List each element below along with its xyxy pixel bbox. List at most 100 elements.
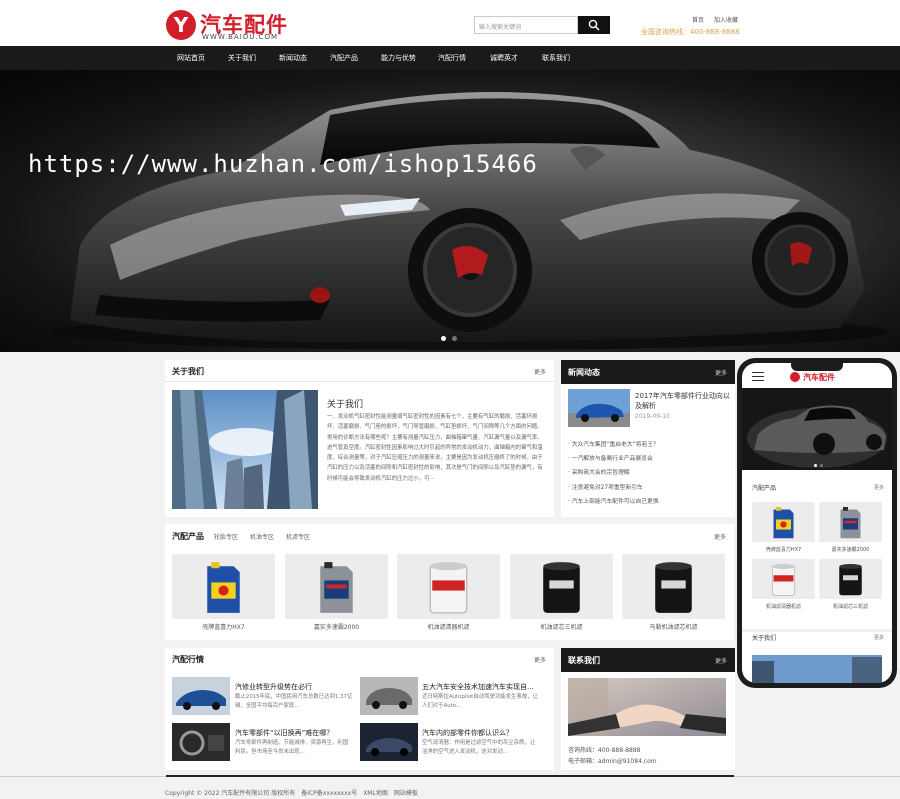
footer-text: Copyright © 2022 汽车配件有限公司 版权所有 备ICP备xxxx… [165,790,418,797]
about-heading: 关于我们 [327,400,364,410]
product-photo [752,502,815,542]
industry-title: 汽配行情 [172,655,204,664]
product-card[interactable] [510,554,613,619]
news-item[interactable]: · 大众汽车集团“重启老大”将若王？ [568,439,659,448]
contact-image [568,678,726,736]
product-name[interactable]: 机油滤清器机滤 [397,622,500,631]
contact-email[interactable]: 电子邮箱：admin@91084.com [568,756,657,765]
product-card[interactable] [172,554,275,619]
industry-item-text: 空气滤清器：作用是过滤空气中的灰尘杂质，让洁净的空气进入发动机，这对发动... [422,740,536,755]
mobile-product-card[interactable] [819,559,882,599]
industry-image[interactable] [360,677,418,715]
mobile-product-name[interactable]: 壳牌蓝喜力HX7 [752,546,815,553]
logo-icon[interactable]: Y [166,10,196,40]
news-item[interactable]: · 采购商大会的宗旨理解 [568,467,630,476]
top-links: 首页 加入收藏 [692,15,746,24]
industry-item-text: 近日特斯拉Autopilot自动驾驶功能发生事故，让人们对于Auto... [422,694,538,709]
sports-car-image [50,92,890,350]
night-car-photo [360,723,418,761]
contact-header: 联系我们 更多 [561,648,735,672]
product-photo [819,502,882,542]
mobile-product-card[interactable] [752,502,815,542]
mobile-products-more[interactable]: 更多 [874,484,884,491]
product-card[interactable] [397,554,500,619]
search-button[interactable] [578,16,610,34]
tab-filter[interactable]: 机滤专区 [286,532,310,541]
logo-url: WWW.BAIDU.COM [202,33,279,41]
industry-item-title[interactable]: 五大汽车安全技术加速汽车实现自... [422,682,534,692]
nav-home[interactable]: 网站首页 [177,46,205,70]
product-name[interactable]: 马勒机油滤芯机滤 [622,622,725,631]
news-header: 新闻动态 更多 [561,360,735,384]
industry-item-text: 截止2015年底，中国民用汽车总数已达到1.37亿辆，全国平均每百户家庭... [235,694,353,709]
news-featured-image[interactable] [568,389,630,427]
main-nav: 网站首页 关于我们 新闻动态 汽配产品 能力与优势 汽配行情 诚聘英才 联系我们 [0,46,900,70]
product-name[interactable]: 壳牌蓝喜力HX7 [172,622,275,631]
industry-more-link[interactable]: 更多 [534,655,546,664]
news-more-link[interactable]: 更多 [715,368,727,377]
product-photo [285,554,388,619]
hero-banner[interactable]: https://www.huzhan.com/ishop15466 [0,70,900,352]
mobile-divider [742,629,892,632]
product-card[interactable] [622,554,725,619]
product-photo [510,554,613,619]
mobile-slide-dot[interactable] [814,464,817,467]
slide-dot[interactable] [452,336,457,341]
products-more-link[interactable]: 更多 [714,532,726,541]
mobile-products-title: 汽配产品 [752,485,777,492]
nav-advantage[interactable]: 能力与优势 [381,46,416,70]
industry-image[interactable] [172,677,230,715]
home-link[interactable]: 首页 [692,17,704,24]
mobile-product-card[interactable] [752,559,815,599]
tab-tires[interactable]: 轮胎专区 [214,532,238,541]
industry-item-title[interactable]: 汽车零部件“以旧换再”难在哪？ [235,728,333,738]
mobile-logo-name[interactable]: 汽车配件 [803,372,835,383]
nav-market[interactable]: 汽配行情 [438,46,466,70]
industry-image[interactable] [360,723,418,761]
product-photo [172,554,275,619]
menu-icon[interactable] [752,372,764,382]
search-input[interactable]: 输入搜索关键词 [474,16,578,34]
favorite-link[interactable]: 加入收藏 [714,17,738,24]
contact-more-link[interactable]: 更多 [715,656,727,665]
nav-jobs[interactable]: 诚聘英才 [490,46,518,70]
suv-photo [360,677,418,715]
industry-image[interactable] [172,723,230,761]
industry-item-title[interactable]: 汽车内的部零件你都认识么？ [422,728,513,738]
industry-item-title[interactable]: 汽修业转型升级势在必行 [235,682,312,692]
mobile-screen: 汽车配件 汽配产品 更多 壳牌蓝喜力HX7 嘉实多速霸2000 机油滤清器机滤 机油滤… [742,363,892,683]
about-title: 关于我们 [172,367,204,376]
mobile-slide-dot[interactable] [820,464,823,467]
mobile-about-more[interactable]: 更多 [874,634,884,641]
mobile-product-name[interactable]: 机油滤芯三机滤 [819,603,882,610]
footer-bar [166,775,734,777]
mobile-about-image [752,655,882,683]
slide-dot-active[interactable] [441,336,446,341]
product-name[interactable]: 嘉实多速霸2000 [285,622,388,631]
product-name[interactable]: 机油滤芯三机滤 [510,622,613,631]
mobile-banner[interactable] [742,388,892,470]
about-more-link[interactable]: 更多 [534,367,546,376]
mobile-skyline-photo [752,655,882,683]
news-title: 新闻动态 [568,368,600,377]
news-item[interactable]: · 注意避免对27项重型新引车 [568,482,643,491]
product-card[interactable] [285,554,388,619]
news-item[interactable]: · 汽车上部能汽车配件可以自己更换 [568,496,659,505]
nav-contact[interactable]: 联系我们 [542,46,570,70]
nav-products[interactable]: 汽配产品 [330,46,358,70]
skyscraper-photo [172,390,318,509]
mobile-product-name[interactable]: 嘉实多速霸2000 [819,546,882,553]
mobile-product-card[interactable] [819,502,882,542]
nav-about[interactable]: 关于我们 [228,46,256,70]
watermark-text: https://www.huzhan.com/ishop15466 [28,150,538,178]
tab-oil[interactable]: 机油专区 [250,532,274,541]
site-header: Y 汽车配件 WWW.BAIDU.COM 输入搜索关键词 首页 加入收藏 全国咨… [0,0,900,46]
blue-car-photo [568,389,630,427]
nav-news[interactable]: 新闻动态 [279,46,307,70]
mobile-product-name[interactable]: 机油滤清器机滤 [752,603,815,610]
news-item[interactable]: · 一汽解放与备案行业产品展览会 [568,453,653,462]
news-featured-title[interactable]: 2017年汽车零部件行业动向以及解析 [635,391,731,411]
divider [165,381,554,382]
mobile-logo-icon[interactable] [790,372,800,382]
dashboard-photo [172,723,230,761]
